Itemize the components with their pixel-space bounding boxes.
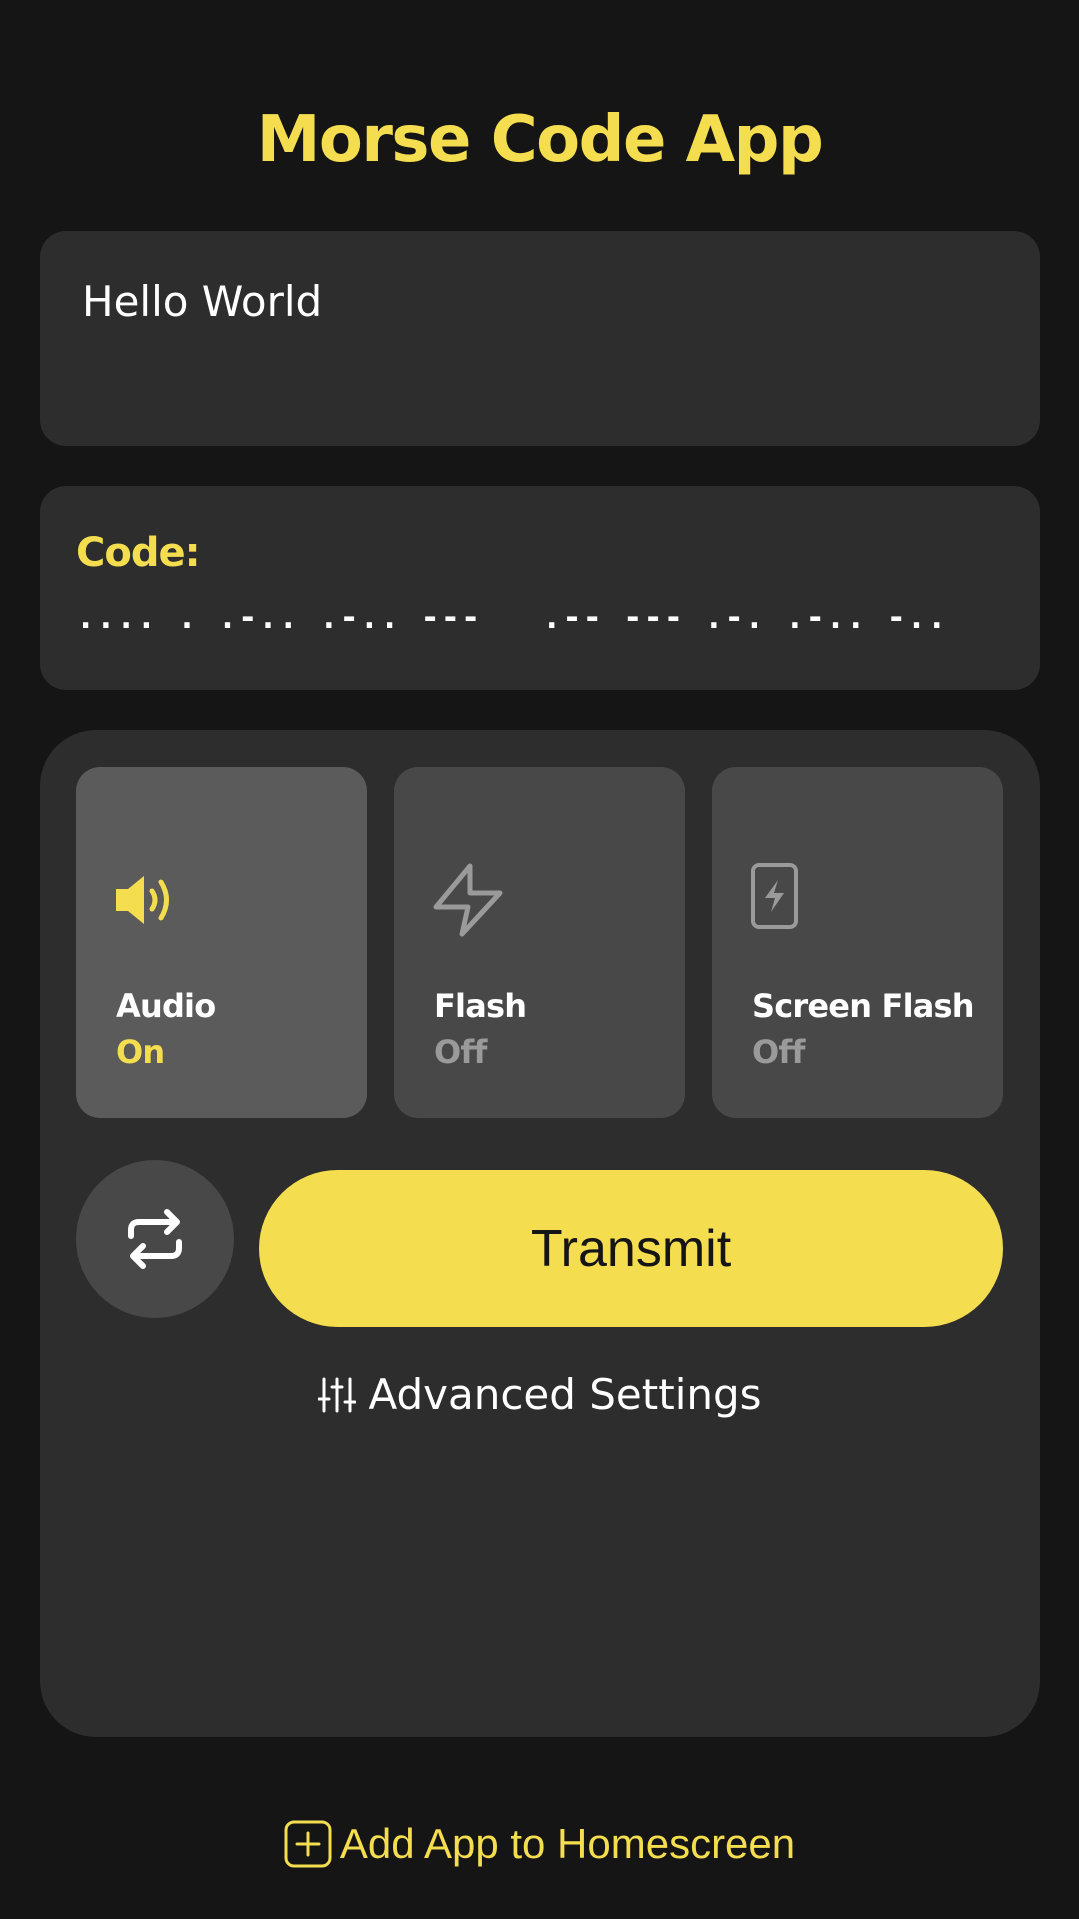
plus-square-icon	[284, 1820, 332, 1868]
advanced-settings-button[interactable]: Advanced Settings	[40, 1370, 1040, 1419]
audio-state: On	[116, 1033, 165, 1071]
screen-flash-toggle[interactable]: Screen Flash Off	[712, 767, 1003, 1118]
lightning-icon	[433, 863, 503, 937]
add-to-homescreen-label: Add App to Homescreen	[339, 1820, 796, 1867]
advanced-settings-label: Advanced Settings	[368, 1370, 762, 1419]
phone-flash-icon	[751, 863, 798, 929]
controls-panel: Audio On Flash Off Screen Flash Off Tran…	[40, 730, 1040, 1737]
repeat-icon	[128, 1209, 182, 1269]
speaker-icon	[116, 876, 169, 924]
flash-state: Off	[434, 1033, 487, 1071]
flash-label: Flash	[434, 987, 527, 1025]
morse-code-text: .... . .-.. .-.. --- .-- --- .-. .-.. -.…	[76, 598, 948, 636]
audio-label: Audio	[116, 987, 216, 1025]
page-title: Morse Code App	[256, 103, 824, 177]
repeat-button[interactable]	[76, 1160, 234, 1318]
audio-toggle[interactable]: Audio On	[76, 767, 367, 1118]
transmit-button[interactable]: Transmit	[259, 1170, 1003, 1327]
add-to-homescreen-link[interactable]: Add App to Homescreen	[0, 1820, 1079, 1868]
message-input[interactable]: Hello World	[40, 231, 1040, 446]
flash-toggle[interactable]: Flash Off	[394, 767, 685, 1118]
sliders-icon	[318, 1377, 357, 1412]
morse-output-card: Code: .... . .-.. .-.. --- .-- --- .-. .…	[40, 486, 1040, 690]
screen-flash-state: Off	[752, 1033, 805, 1071]
code-label: Code:	[76, 530, 201, 576]
screen-flash-label: Screen Flash	[752, 987, 975, 1025]
